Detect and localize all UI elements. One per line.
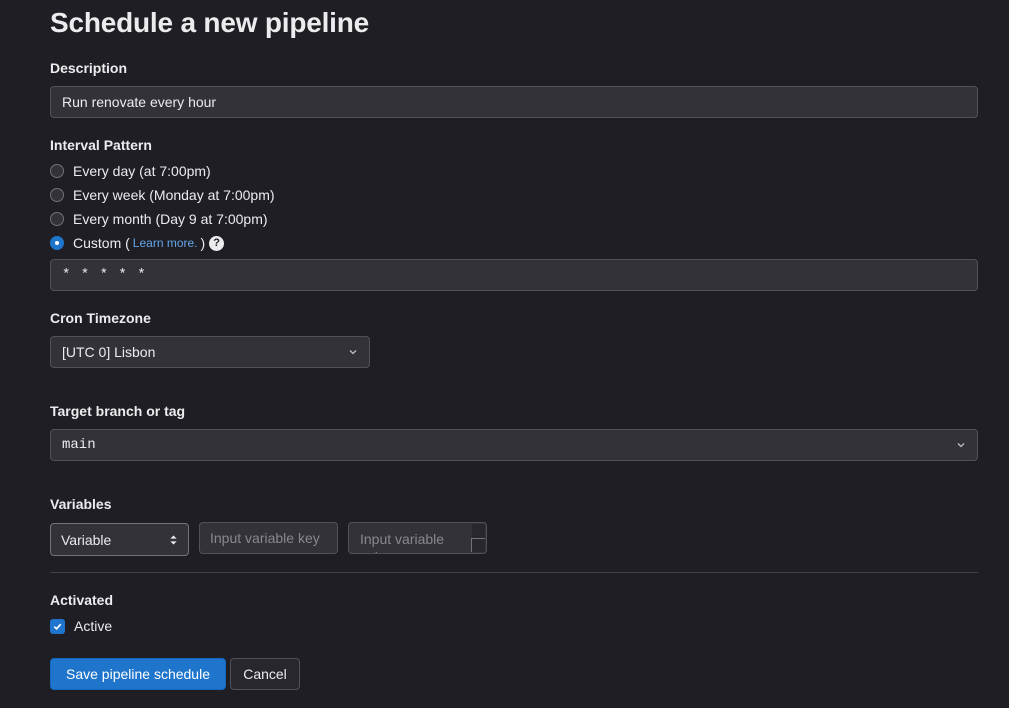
interval-option-label: Every month (Day 9 at 7:00pm) (73, 211, 268, 227)
timezone-dropdown[interactable]: [UTC 0] Lisbon (50, 336, 370, 368)
radio-every-day[interactable] (50, 164, 64, 178)
target-branch-selected: main (62, 437, 96, 453)
variable-type-select[interactable]: Variable (50, 523, 189, 556)
description-input[interactable] (50, 86, 978, 118)
pipeline-schedule-form: Schedule a new pipeline Description Inte… (0, 0, 1009, 708)
radio-custom[interactable] (50, 236, 64, 250)
close-paren: ) (200, 235, 206, 251)
cancel-button[interactable]: Cancel (230, 658, 300, 690)
activated-label: Activated (50, 592, 114, 608)
target-branch-dropdown[interactable]: main (50, 429, 978, 461)
interval-option-every-week[interactable]: Every week (Monday at 7:00pm) (50, 185, 275, 205)
textarea-resize-handle[interactable] (471, 538, 485, 552)
description-label: Description (50, 60, 128, 76)
timezone-selected: [UTC 0] Lisbon (62, 344, 156, 360)
check-icon (53, 623, 62, 630)
interval-option-label: Every day (at 7:00pm) (73, 163, 211, 179)
variable-type-selected: Variable (61, 531, 112, 548)
interval-option-label: Custom ( (73, 235, 130, 251)
active-checkbox[interactable] (50, 619, 65, 634)
active-checkbox-label[interactable]: Active (74, 618, 112, 634)
radio-every-month[interactable] (50, 212, 64, 226)
interval-option-every-month[interactable]: Every month (Day 9 at 7:00pm) (50, 209, 268, 229)
interval-option-label: Every week (Monday at 7:00pm) (73, 187, 275, 203)
target-branch-label: Target branch or tag (50, 403, 186, 419)
sort-arrows-icon (170, 535, 177, 545)
chevron-down-icon (349, 350, 357, 355)
variable-value-placeholder: Input variable value (360, 531, 445, 553)
interval-option-custom[interactable]: Custom ( Learn more. ) ? (50, 233, 225, 253)
save-pipeline-schedule-button[interactable]: Save pipeline schedule (50, 658, 226, 690)
section-divider (50, 572, 978, 573)
chevron-down-icon (957, 443, 965, 448)
variables-label: Variables (50, 496, 112, 512)
variable-key-input[interactable] (199, 522, 338, 554)
question-circle-icon[interactable]: ? (209, 235, 225, 251)
radio-every-week[interactable] (50, 188, 64, 202)
cron-timezone-label: Cron Timezone (50, 310, 151, 326)
interval-pattern-label: Interval Pattern (50, 137, 152, 153)
learn-more-link[interactable]: Learn more. (133, 236, 198, 250)
textarea-scrollbar[interactable] (472, 524, 485, 538)
variable-value-textarea[interactable]: Input variable value (348, 522, 487, 554)
cron-pattern-input[interactable] (50, 259, 978, 291)
interval-option-every-day[interactable]: Every day (at 7:00pm) (50, 161, 211, 181)
page-title: Schedule a new pipeline (50, 7, 370, 38)
